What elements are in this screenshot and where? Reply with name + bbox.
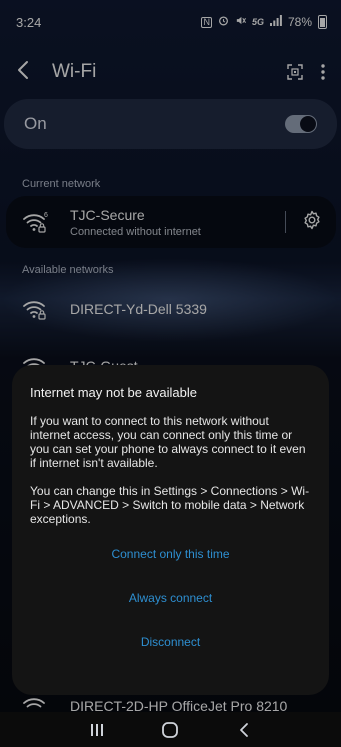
home-icon <box>162 721 179 738</box>
back-nav-button[interactable] <box>229 715 259 745</box>
recents-icon <box>90 723 103 736</box>
connect-once-button[interactable]: Connect only this time <box>30 532 311 576</box>
disconnect-button[interactable]: Disconnect <box>30 620 311 664</box>
internet-unavailable-dialog: Internet may not be available If you wan… <box>12 365 329 695</box>
wifi-settings-screen: 3:24 N 5G 78% Wi-Fi On Current network 6… <box>0 0 341 747</box>
system-nav-bar <box>0 712 341 747</box>
chevron-left-icon <box>240 722 249 737</box>
home-button[interactable] <box>155 715 185 745</box>
dialog-paragraph: If you want to connect to this network w… <box>30 414 306 470</box>
dialog-actions: Connect only this time Always connect Di… <box>30 532 311 664</box>
always-connect-button[interactable]: Always connect <box>30 576 311 620</box>
dialog-title: Internet may not be available <box>30 385 197 400</box>
recents-button[interactable] <box>82 715 112 745</box>
dialog-paragraph: You can change this in Settings > Connec… <box>30 484 310 526</box>
dialog-body: If you want to connect to this network w… <box>30 414 311 526</box>
